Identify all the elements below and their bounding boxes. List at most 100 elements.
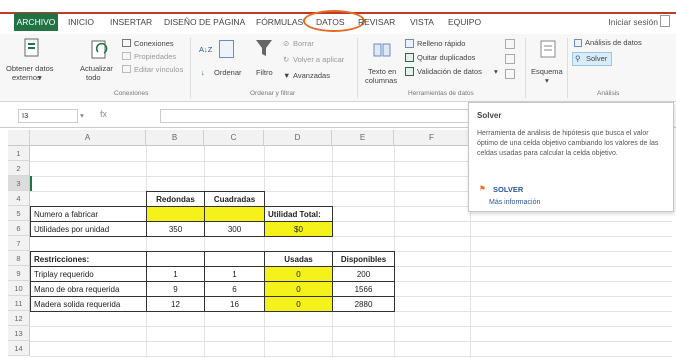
cell-d10[interactable]: 0 xyxy=(264,281,333,297)
cell-c10[interactable]: 6 xyxy=(204,281,265,297)
cell-a6[interactable]: Utilidades por unidad xyxy=(30,221,147,237)
gridline xyxy=(30,326,672,327)
group-label-analysis: Análisis xyxy=(597,90,620,97)
tab-revisar[interactable]: REVISAR xyxy=(358,13,395,31)
tab-formulas[interactable]: FÓRMULAS xyxy=(256,13,303,31)
row-header[interactable]: 7 xyxy=(8,236,30,251)
cell-b11[interactable]: 12 xyxy=(146,296,205,312)
row-header[interactable]: 5 xyxy=(8,206,30,221)
data-analysis-button[interactable]: Análisis de datos xyxy=(585,38,642,47)
cell-a11[interactable]: Madera solida requerida xyxy=(30,296,147,312)
row-header[interactable]: 2 xyxy=(8,161,30,176)
cell-c9[interactable]: 1 xyxy=(204,266,265,282)
cell-d6[interactable]: $0 xyxy=(264,221,333,237)
row-header[interactable]: 6 xyxy=(8,221,30,236)
sort-za-icon[interactable]: ↓ xyxy=(201,68,205,77)
sort-az-icon[interactable]: A↓Z xyxy=(199,45,212,54)
outline-button[interactable]: Esquema xyxy=(531,67,563,76)
signin-link[interactable]: Iniciar sesión xyxy=(608,13,658,31)
cell-b9[interactable]: 1 xyxy=(146,266,205,282)
cell-a10[interactable]: Mano de obra requerida xyxy=(30,281,147,297)
ribbon-separator xyxy=(567,38,568,98)
select-all-corner[interactable] xyxy=(8,130,30,146)
row-header[interactable]: 12 xyxy=(8,311,30,326)
tab-inicio[interactable]: INICIO xyxy=(68,13,94,31)
cell-e9[interactable]: 200 xyxy=(332,266,395,282)
data-validation-dropdown-icon[interactable]: ▾ xyxy=(494,67,498,76)
tab-diseno-pagina[interactable]: DISEÑO DE PÁGINA xyxy=(164,13,245,31)
tab-insertar[interactable]: INSERTAR xyxy=(110,13,152,31)
outline-dropdown-icon[interactable]: ▾ xyxy=(545,76,549,85)
flash-fill-button[interactable]: Relleno rápido xyxy=(417,39,465,48)
cell-b4[interactable]: Redondas xyxy=(146,191,205,207)
sort-button[interactable]: Ordenar xyxy=(214,68,242,77)
cell-e11[interactable]: 2880 xyxy=(332,296,395,312)
cell-b10[interactable]: 9 xyxy=(146,281,205,297)
cell-a5[interactable]: Numero a fabricar xyxy=(30,206,147,222)
cell-a8[interactable]: Restricciones: xyxy=(30,251,147,267)
solver-button[interactable]: Solver xyxy=(586,54,607,63)
row-header[interactable]: 3 xyxy=(8,176,30,191)
column-header-f[interactable]: F xyxy=(394,130,470,146)
row-header[interactable]: 13 xyxy=(8,326,30,341)
edit-links-button[interactable]: Editar vínculos xyxy=(134,65,183,74)
cell-d8[interactable]: Usadas xyxy=(264,251,333,267)
reapply-button[interactable]: Volver a aplicar xyxy=(293,55,344,64)
fx-icon[interactable]: fx xyxy=(100,109,107,119)
formula-input[interactable] xyxy=(160,109,470,123)
refresh-icon xyxy=(91,40,108,59)
cell-b5[interactable] xyxy=(146,206,205,222)
row-header[interactable]: 14 xyxy=(8,341,30,356)
name-box-dropdown-icon[interactable]: ▾ xyxy=(80,111,84,120)
cell-e10[interactable]: 1566 xyxy=(332,281,395,297)
cell-c11[interactable]: 16 xyxy=(204,296,265,312)
column-header-d[interactable]: D xyxy=(264,130,332,146)
external-data-button[interactable]: Obtener datos xyxy=(6,64,54,73)
tab-vista[interactable]: VISTA xyxy=(410,13,434,31)
tab-equipo[interactable]: EQUIPO xyxy=(448,13,481,31)
ribbon: Obtener datos externos ▾ Actualizar todo… xyxy=(0,34,676,102)
cell-c8[interactable] xyxy=(204,251,265,267)
external-data-dropdown-icon[interactable]: ▾ xyxy=(38,73,42,82)
solver-tooltip: Solver Herramienta de análisis de hipóte… xyxy=(468,102,674,212)
connections-button[interactable]: Conexiones xyxy=(134,39,174,48)
row-header[interactable]: 1 xyxy=(8,146,30,161)
cell-b6[interactable]: 350 xyxy=(146,221,205,237)
filter-button[interactable]: Filtro xyxy=(256,68,273,77)
remove-duplicates-icon xyxy=(405,53,414,62)
row-header[interactable]: 9 xyxy=(8,266,30,281)
cell-d9[interactable]: 0 xyxy=(264,266,333,282)
column-header-b[interactable]: B xyxy=(146,130,204,146)
cell-a9[interactable]: Triplay requerido xyxy=(30,266,147,282)
consolidate-icon[interactable] xyxy=(505,39,515,49)
cell-d11[interactable]: 0 xyxy=(264,296,333,312)
column-header-a[interactable]: A xyxy=(30,130,146,146)
row-header[interactable]: 10 xyxy=(8,281,30,296)
name-box[interactable]: I3 xyxy=(18,109,78,123)
edit-links-icon xyxy=(122,65,131,73)
text-to-columns-button[interactable]: Texto en xyxy=(368,67,396,76)
cell-b8[interactable] xyxy=(146,251,205,267)
clear-filter-button[interactable]: Borrar xyxy=(293,39,314,48)
properties-button[interactable]: Propiedades xyxy=(134,52,176,61)
remove-duplicates-button[interactable]: Quitar duplicados xyxy=(417,53,475,62)
data-validation-button[interactable]: Validación de datos xyxy=(417,67,482,76)
cell-c6[interactable]: 300 xyxy=(204,221,265,237)
row-header[interactable]: 11 xyxy=(8,296,30,311)
refresh-all-button[interactable]: Actualizar xyxy=(80,64,113,73)
cell-e8[interactable]: Disponibles xyxy=(332,251,395,267)
cell-c5[interactable] xyxy=(204,206,265,222)
what-if-icon[interactable] xyxy=(505,54,515,64)
tab-archivo[interactable]: ARCHIVO xyxy=(14,13,58,31)
more-info-link[interactable]: Más información xyxy=(489,199,540,206)
outline-icon xyxy=(540,40,556,58)
advanced-filter-button[interactable]: Avanzadas xyxy=(293,71,330,80)
column-header-e[interactable]: E xyxy=(332,130,394,146)
reapply-icon: ↻ xyxy=(283,55,290,64)
cell-c4[interactable]: Cuadradas xyxy=(204,191,265,207)
row-header[interactable]: 8 xyxy=(8,251,30,266)
column-header-c[interactable]: C xyxy=(204,130,264,146)
relationships-icon[interactable] xyxy=(505,69,515,79)
row-header[interactable]: 4 xyxy=(8,191,30,206)
cell-d5[interactable]: Utilidad Total: xyxy=(264,206,333,222)
